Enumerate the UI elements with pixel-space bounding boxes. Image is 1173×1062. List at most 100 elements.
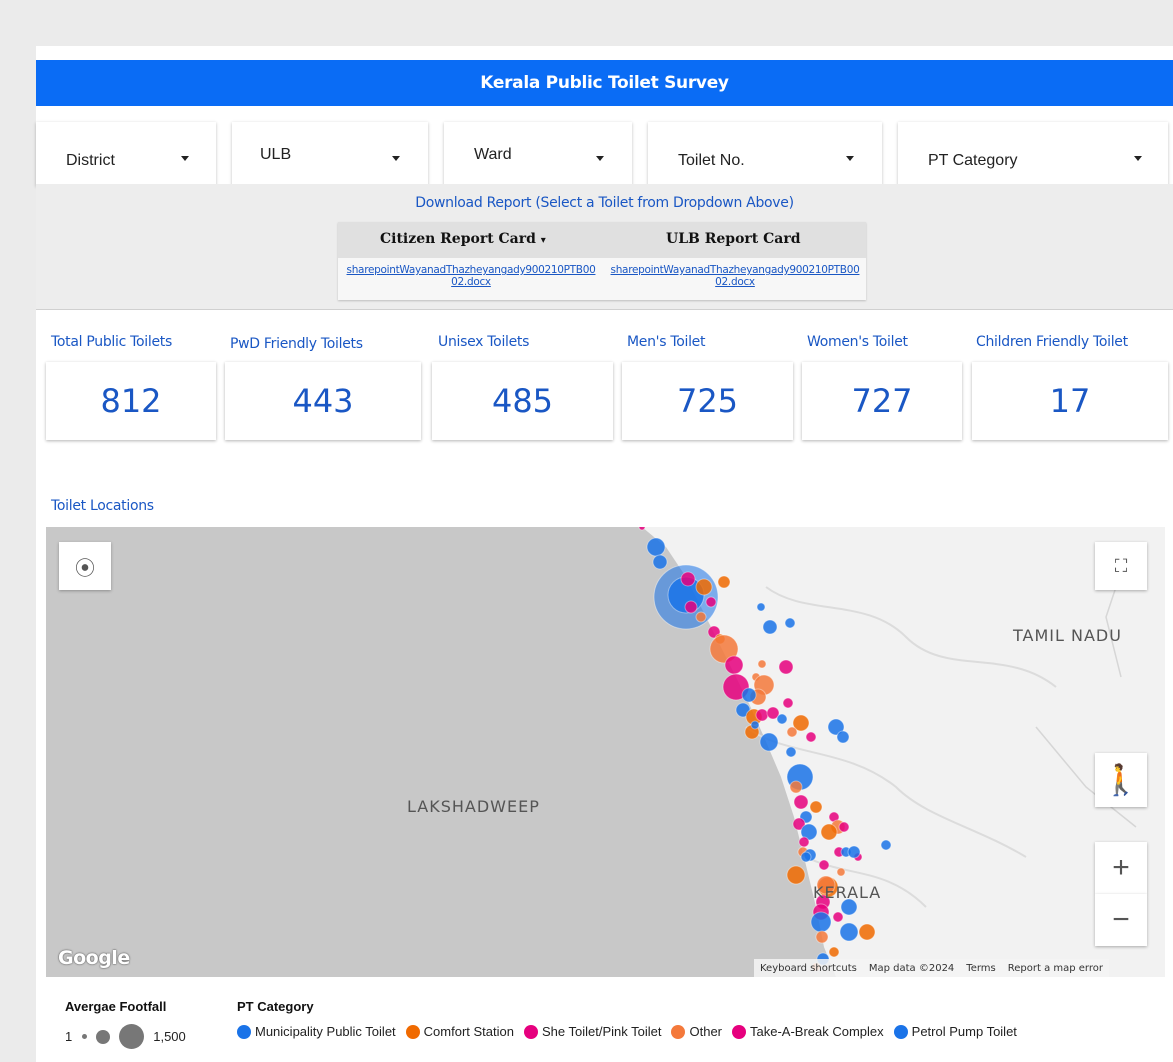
toilet-marker[interactable]: [652, 554, 668, 570]
district-dropdown[interactable]: District: [36, 122, 216, 186]
toilet-marker[interactable]: [776, 713, 788, 725]
toilet-marker[interactable]: [880, 839, 892, 851]
toilet-marker[interactable]: [778, 659, 794, 675]
ulb-report-link[interactable]: sharepointWayanadThazheyangady900210PTB0…: [610, 264, 860, 288]
lakshadweep-label: LAKSHADWEEP: [407, 797, 540, 816]
toilet-marker[interactable]: [646, 537, 666, 557]
legend-dot: [671, 1024, 686, 1039]
chevron-down-icon: [181, 156, 189, 161]
map-data-text: Map data ©2024: [868, 962, 955, 974]
pt-category-dropdown[interactable]: PT Category: [898, 122, 1168, 186]
zoom-out-button[interactable]: −: [1095, 894, 1147, 946]
toilet-marker[interactable]: [828, 946, 840, 958]
legend-dot: [405, 1024, 420, 1039]
toilet-marker[interactable]: [762, 619, 778, 635]
ulb-dropdown[interactable]: ULB: [232, 122, 428, 186]
womens-toilet-value: 727: [802, 362, 962, 440]
fullscreen-button[interactable]: ⛶: [1095, 542, 1147, 590]
toilet-marker[interactable]: [724, 655, 744, 675]
total-toilets-label: Total Public Toilets: [51, 334, 172, 350]
toilet-marker[interactable]: [695, 578, 713, 596]
toilet-marker[interactable]: [750, 720, 760, 730]
toilet-marker[interactable]: [815, 930, 829, 944]
ulb-label: ULB: [260, 146, 292, 163]
unisex-toilets-label: Unisex Toilets: [438, 334, 530, 350]
toilet-marker[interactable]: [818, 859, 830, 871]
toilet-locations-map[interactable]: ⦿ ⛶ 🚶 + − TAMIL NADU LAKSHADWEEP KERALA …: [46, 527, 1165, 977]
download-heading: Download Report (Select a Toilet from Dr…: [415, 195, 794, 211]
toilet-marker[interactable]: [789, 780, 803, 794]
pwd-toilets-value: 443: [225, 362, 421, 440]
footfall-max: 1,500: [153, 1029, 186, 1044]
map-attribution: Keyboard shortcuts Map data ©2024 Terms …: [754, 959, 1109, 977]
pegman-icon: 🚶: [1102, 763, 1140, 797]
toilet-marker[interactable]: [838, 821, 850, 833]
mens-toilet-value: 725: [622, 362, 793, 440]
chevron-down-icon: [1134, 156, 1142, 161]
toilet-marker[interactable]: [785, 746, 797, 758]
category-legend: Municipality Public Toilet Comfort Stati…: [237, 1024, 1017, 1039]
toilet-marker[interactable]: [717, 575, 731, 589]
toilet-marker[interactable]: [786, 865, 806, 885]
toilet-marker[interactable]: [832, 911, 844, 923]
pt-category-legend-title: PT Category: [237, 999, 314, 1014]
toilet-marker[interactable]: [847, 845, 861, 859]
download-panel: Download Report (Select a Toilet from Dr…: [36, 184, 1173, 310]
toilet-marker[interactable]: [836, 730, 850, 744]
fullscreen-icon: ⛶: [1114, 555, 1128, 576]
toilet-marker[interactable]: [756, 602, 766, 612]
locate-me-button[interactable]: ⦿: [59, 542, 111, 590]
pwd-toilets-label: PwD Friendly Toilets: [230, 336, 363, 352]
toilet-marker[interactable]: [782, 697, 794, 709]
zoom-in-button[interactable]: +: [1095, 842, 1147, 894]
toilet-marker[interactable]: [741, 687, 757, 703]
toilet-marker[interactable]: [820, 823, 838, 841]
toilet-marker[interactable]: [798, 836, 810, 848]
toilet-marker[interactable]: [684, 600, 698, 614]
chevron-down-icon: [846, 156, 854, 161]
toilet-no-label: Toilet No.: [678, 152, 745, 169]
children-toilet-value: 17: [972, 362, 1168, 440]
citizen-report-link[interactable]: sharepointWayanadThazheyangady900210PTB0…: [346, 264, 596, 288]
toilet-marker[interactable]: [695, 611, 707, 623]
size-dot-small: [82, 1034, 88, 1039]
terms-link[interactable]: Terms: [966, 963, 995, 974]
toilet-marker[interactable]: [793, 794, 809, 810]
district-label: District: [66, 152, 115, 169]
toilet-marker[interactable]: [786, 726, 798, 738]
chevron-down-icon: [392, 156, 400, 161]
toilet-marker[interactable]: [784, 617, 796, 629]
toilet-marker[interactable]: [858, 923, 876, 941]
toilet-marker[interactable]: [705, 596, 717, 608]
tamil-nadu-label: TAMIL NADU: [1013, 626, 1122, 645]
report-card-table: Citizen Report Card ▾ ULB Report Card sh…: [338, 222, 866, 300]
report-map-error-link[interactable]: Report a map error: [1008, 963, 1103, 974]
toilet-marker[interactable]: [755, 708, 769, 722]
toilet-marker[interactable]: [680, 571, 696, 587]
ward-dropdown[interactable]: Ward: [444, 122, 632, 186]
legend-item: Comfort Station: [423, 1024, 514, 1039]
unisex-toilets-value: 485: [432, 362, 613, 440]
toilet-marker[interactable]: [839, 922, 859, 942]
legend-item: Municipality Public Toilet: [255, 1024, 396, 1039]
minus-icon: −: [1112, 903, 1130, 936]
toilet-marker[interactable]: [809, 800, 823, 814]
keyboard-shortcuts-link[interactable]: Keyboard shortcuts: [760, 963, 857, 974]
toilet-no-dropdown[interactable]: Toilet No.: [648, 122, 882, 186]
map-canvas[interactable]: [46, 527, 1165, 977]
report-card-header: Citizen Report Card ▾ ULB Report Card: [338, 222, 866, 258]
toilet-marker[interactable]: [836, 867, 846, 877]
citizen-report-card-header[interactable]: Citizen Report Card ▾: [380, 231, 546, 247]
toilet-marker[interactable]: [805, 731, 817, 743]
location-pin-icon: ⦿: [75, 557, 95, 580]
footfall-scale: 1 1,500: [65, 1024, 186, 1049]
toilet-marker[interactable]: [638, 527, 646, 531]
toilet-marker[interactable]: [757, 659, 767, 669]
legend-dot: [524, 1024, 538, 1039]
street-view-pegman-button[interactable]: 🚶: [1095, 753, 1147, 807]
toilet-marker[interactable]: [800, 851, 812, 863]
toilet-marker[interactable]: [810, 911, 832, 933]
legend-item: Other: [689, 1024, 722, 1039]
legend-item: Take-A-Break Complex: [750, 1024, 884, 1039]
toilet-marker[interactable]: [759, 732, 779, 752]
